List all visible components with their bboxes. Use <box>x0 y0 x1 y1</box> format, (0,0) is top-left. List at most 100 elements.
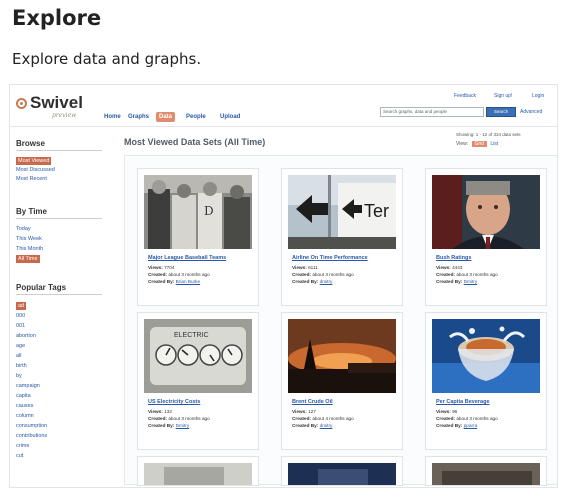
card-created: Created: about 3 months ago <box>436 272 498 277</box>
tag-item[interactable]: 000 <box>16 312 25 320</box>
browse-heading: Browse <box>16 139 102 151</box>
beverage-splash-photo[interactable] <box>432 319 540 393</box>
created-value: about 3 months ago <box>456 272 498 277</box>
svg-text:ELECTRIC: ELECTRIC <box>174 332 209 339</box>
card-created: Created: about 3 months ago <box>148 416 210 421</box>
tag-item[interactable]: cut <box>16 452 23 460</box>
search-input[interactable]: Search graphs, data and people <box>380 107 484 117</box>
feedback-link[interactable]: Feedback <box>454 93 476 99</box>
view-grid-button[interactable]: Grid <box>471 141 487 147</box>
tag-item[interactable]: by <box>16 372 22 380</box>
time-today[interactable]: Today <box>16 225 31 233</box>
card-title[interactable]: Airline On Time Performance <box>292 255 368 261</box>
views-label: Views: <box>148 409 163 414</box>
created-by-label: Created By: <box>148 423 175 428</box>
views-label: Views: <box>292 409 307 414</box>
thumbnail-photo <box>432 463 540 485</box>
tag-item[interactable]: capita <box>16 392 31 400</box>
browse-most-recent[interactable]: Most Recent <box>16 175 47 183</box>
view-label: View: <box>456 141 469 147</box>
signup-link[interactable]: Sign up! <box>494 93 512 99</box>
dataset-card[interactable]: ELECTRIC US Electricity Costs Views: 132… <box>137 312 259 450</box>
views-label: Views: <box>436 409 451 414</box>
by-time-heading: By Time <box>16 207 102 219</box>
created-label: Created: <box>148 272 168 277</box>
logo-tagline: preview <box>52 112 77 119</box>
tag-item[interactable]: all <box>16 352 22 360</box>
svg-text:Ter: Ter <box>364 201 389 221</box>
tag-item[interactable]: consumption <box>16 422 47 430</box>
created-by-label: Created By: <box>292 279 319 284</box>
nav-upload[interactable]: Upload <box>220 112 240 122</box>
views-value: 4443 <box>452 265 463 270</box>
dataset-card[interactable]: D Major League Baseball Teams Views: 770… <box>137 168 259 306</box>
electric-meter-photo[interactable]: ELECTRIC <box>144 319 252 393</box>
time-this-month[interactable]: This Month <box>16 245 43 253</box>
card-author: Created By: Brian Burke <box>148 279 200 284</box>
bush-portrait-photo[interactable] <box>432 175 540 249</box>
author-link[interactable]: Brian Burke <box>176 279 201 284</box>
author-link[interactable]: Dmitry <box>464 279 478 284</box>
dataset-card[interactable]: Brent Crude Oil Views: 127 Created: abou… <box>281 312 403 450</box>
tag-item[interactable]: birth <box>16 362 27 370</box>
card-created: Created: about 4 months ago <box>292 416 354 421</box>
tag-item[interactable]: 001 <box>16 322 25 330</box>
created-label: Created: <box>436 272 456 277</box>
author-link[interactable]: dmitry <box>320 279 333 284</box>
time-all-time[interactable]: All Time <box>16 255 40 263</box>
tag-item[interactable]: ad <box>16 302 27 310</box>
tag-item[interactable]: causes <box>16 402 33 410</box>
nav-data[interactable]: Data <box>156 112 176 122</box>
advanced-search-link[interactable]: Advanced <box>520 109 542 115</box>
thumbnail-photo <box>288 463 396 485</box>
dataset-card-partial[interactable] <box>281 456 403 486</box>
author-link[interactable]: Dmitry <box>176 423 190 428</box>
tag-item[interactable]: column <box>16 412 34 420</box>
airport-sign-photo[interactable]: Ter <box>288 175 396 249</box>
tag-item[interactable]: abortion <box>16 332 36 340</box>
card-created: Created: about 3 months ago <box>292 272 354 277</box>
card-title[interactable]: Per Capita Beverage <box>436 399 490 405</box>
card-views: Views: 132 <box>148 409 172 414</box>
browse-most-viewed[interactable]: Most Viewed <box>16 157 52 165</box>
author-link[interactable]: pparra <box>464 423 478 428</box>
swirl-icon <box>16 98 27 109</box>
oil-sunset-photo[interactable] <box>288 319 396 393</box>
page-subtitle: Explore data and graphs. <box>12 50 202 68</box>
card-title[interactable]: Bush Ratings <box>436 255 471 261</box>
author-link[interactable]: dmitry <box>320 423 333 428</box>
dataset-card[interactable]: Bush Ratings Views: 4443 Created: about … <box>425 168 547 306</box>
dataset-card-partial[interactable] <box>137 456 259 486</box>
baseball-photo[interactable]: D <box>144 175 252 249</box>
tag-item[interactable]: campaign <box>16 382 40 390</box>
search-button[interactable]: Search <box>486 107 516 117</box>
dataset-card-partial[interactable] <box>425 456 547 486</box>
views-label: Views: <box>148 265 163 270</box>
browse-most-discussed[interactable]: Most Discussed <box>16 166 55 174</box>
created-label: Created: <box>436 416 456 421</box>
time-this-week[interactable]: This Week <box>16 235 42 243</box>
card-title[interactable]: Major League Baseball Teams <box>148 255 226 261</box>
tag-item[interactable]: crime <box>16 442 29 450</box>
swivel-logo[interactable]: Swivel preview <box>16 93 100 121</box>
card-views: Views: 127 <box>292 409 316 414</box>
views-value: 96 <box>452 409 458 414</box>
card-title[interactable]: US Electricity Costs <box>148 399 200 405</box>
tag-item[interactable]: age <box>16 342 25 350</box>
card-title[interactable]: Brent Crude Oil <box>292 399 333 405</box>
view-list-button[interactable]: List <box>490 141 498 147</box>
nav-home[interactable]: Home <box>104 112 121 122</box>
login-link[interactable]: Login <box>532 93 544 99</box>
views-value: 6111 <box>308 265 318 270</box>
card-author: Created By: Dmitry <box>148 423 189 428</box>
top-bar: Swivel preview Home Graphs Data People U… <box>10 85 557 127</box>
dataset-card[interactable]: Ter Airline On Time Performance Views: 6… <box>281 168 403 306</box>
card-views: Views: 96 <box>436 409 457 414</box>
card-created: Created: about 3 months ago <box>148 272 210 277</box>
views-value: 7704 <box>164 265 175 270</box>
dataset-card[interactable]: Per Capita Beverage Views: 96 Created: a… <box>425 312 547 450</box>
nav-people[interactable]: People <box>186 112 206 122</box>
nav-graphs[interactable]: Graphs <box>128 112 149 122</box>
tag-item[interactable]: contributions <box>16 432 47 440</box>
logo-text: Swivel <box>30 93 83 112</box>
